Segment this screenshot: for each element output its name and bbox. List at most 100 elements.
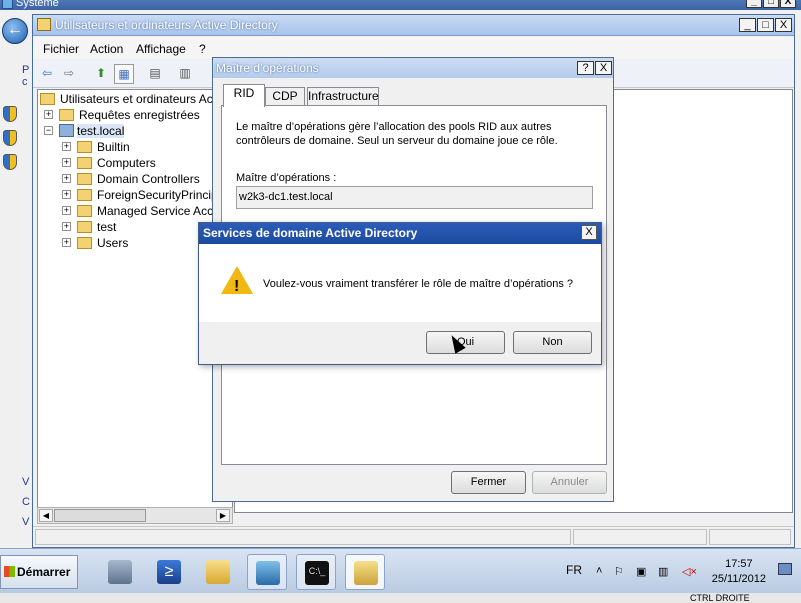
system-side-text: C bbox=[22, 496, 30, 508]
shield-icon bbox=[3, 106, 17, 122]
status-cell bbox=[709, 529, 791, 545]
show-hidden-icons-icon[interactable]: ˄ bbox=[596, 565, 602, 577]
expand-icon[interactable]: + bbox=[62, 142, 71, 152]
menu-affichage[interactable]: Affichage bbox=[136, 42, 186, 56]
minimize-button[interactable]: _ bbox=[739, 18, 756, 32]
horizontal-scrollbar[interactable]: ◀ ▶ bbox=[37, 507, 233, 524]
forward-arrow-icon[interactable]: ⇨ bbox=[59, 64, 79, 84]
folder-icon bbox=[77, 156, 92, 169]
action-center-flag-icon[interactable]: ⚐ bbox=[614, 565, 624, 578]
no-button[interactable]: Non bbox=[513, 331, 592, 354]
tab-infrastructure[interactable]: Infrastructure bbox=[307, 87, 379, 106]
tree-item[interactable]: + Builtin bbox=[62, 139, 130, 155]
active-directory-tool-icon[interactable] bbox=[345, 554, 385, 590]
show-desktop-icon[interactable] bbox=[778, 563, 792, 575]
folder-icon bbox=[40, 92, 55, 105]
menu-bar: Fichier Action Affichage ? bbox=[33, 37, 794, 59]
properties-icon[interactable]: ▥ bbox=[175, 64, 195, 84]
system-window-title: Système bbox=[16, 0, 59, 9]
back-arrow-icon[interactable]: ← bbox=[2, 18, 28, 44]
start-button[interactable]: Démarrer bbox=[0, 555, 78, 589]
explorer-icon[interactable] bbox=[198, 554, 238, 590]
powershell-icon[interactable]: ≥ bbox=[149, 554, 189, 590]
confirm-title: Services de domaine Active Directory bbox=[203, 226, 418, 240]
ou-folder-icon bbox=[77, 220, 92, 233]
tree-item-domain[interactable]: − test.local bbox=[44, 123, 125, 139]
menu-fichier[interactable]: Fichier bbox=[43, 42, 79, 56]
menu-action[interactable]: Action bbox=[90, 42, 123, 56]
collapse-icon[interactable]: − bbox=[44, 126, 53, 136]
scroll-thumb[interactable] bbox=[54, 509, 146, 522]
close-dialog-button[interactable]: Fermer bbox=[451, 471, 526, 494]
system-side-text: V bbox=[22, 476, 30, 488]
system-window-titlebar[interactable]: Système _ □ X bbox=[0, 0, 801, 10]
console-tree-icon[interactable]: ▦ bbox=[114, 64, 134, 84]
folder-icon bbox=[77, 140, 92, 153]
clock[interactable]: 17:57 25/11/2012 bbox=[712, 557, 766, 587]
system-side-text: c bbox=[22, 76, 28, 88]
volume-muted-icon[interactable]: ◁× bbox=[682, 565, 697, 578]
expand-icon[interactable]: + bbox=[62, 174, 71, 184]
domain-icon bbox=[59, 124, 74, 138]
expand-icon[interactable]: + bbox=[44, 110, 53, 120]
folder-icon bbox=[77, 188, 92, 201]
yes-button[interactable]: Oui bbox=[426, 331, 505, 354]
operations-master-field[interactable]: w2k3-dc1.test.local bbox=[236, 186, 593, 209]
folder-icon bbox=[77, 204, 92, 217]
network-console-icon[interactable] bbox=[247, 554, 287, 590]
aduc-titlebar[interactable]: Utilisateurs et ordinateurs Active Direc… bbox=[33, 15, 794, 36]
tree-item[interactable]: + test bbox=[62, 219, 116, 235]
dialog-titlebar[interactable]: Maître d’opérations ? X bbox=[213, 58, 613, 78]
up-folder-icon[interactable]: ⬆ bbox=[91, 64, 111, 84]
close-button[interactable]: X bbox=[595, 61, 612, 75]
server-manager-icon[interactable] bbox=[100, 554, 140, 590]
minimize-button[interactable]: _ bbox=[746, 0, 762, 8]
aduc-title: Utilisateurs et ordinateurs Active Direc… bbox=[55, 18, 278, 32]
tree-item[interactable]: + Domain Controllers bbox=[62, 171, 200, 187]
confirm-message: Voulez-vous vraiment transférer le rôle … bbox=[263, 278, 573, 290]
tab-rid[interactable]: RID bbox=[223, 84, 265, 107]
tree-item[interactable]: + Managed Service Accou bbox=[62, 203, 226, 219]
back-arrow-icon[interactable]: ⇦ bbox=[37, 64, 57, 84]
safely-remove-icon[interactable]: ▣ bbox=[636, 565, 646, 578]
close-button[interactable]: X bbox=[780, 0, 796, 8]
system-tray: FR ˄ ⚐ ▣ ▥ ◁× 17:57 25/11/2012 bbox=[566, 555, 800, 589]
warning-mark: ! bbox=[234, 278, 240, 295]
expand-icon[interactable]: + bbox=[62, 158, 71, 168]
expand-icon[interactable]: + bbox=[62, 206, 71, 216]
menu-help[interactable]: ? bbox=[199, 42, 206, 56]
system-side-text: V bbox=[22, 516, 30, 528]
ou-folder-icon bbox=[77, 172, 92, 185]
clock-time: 17:57 bbox=[725, 558, 753, 570]
expand-icon[interactable]: + bbox=[62, 222, 71, 232]
network-icon[interactable]: ▥ bbox=[658, 565, 668, 578]
confirm-body: ! Voulez-vous vraiment transférer le rôl… bbox=[199, 244, 601, 322]
tree-item[interactable]: + Computers bbox=[62, 155, 156, 171]
folder-icon bbox=[37, 18, 51, 31]
tab-cdp[interactable]: CDP bbox=[265, 87, 305, 106]
scroll-left-icon[interactable]: ◀ bbox=[39, 509, 53, 522]
scroll-right-icon[interactable]: ▶ bbox=[216, 509, 230, 522]
maximize-button[interactable]: □ bbox=[757, 18, 774, 32]
tree-root[interactable]: Utilisateurs et ordinateurs Active bbox=[40, 91, 231, 107]
clipboard-icon[interactable]: ▤ bbox=[145, 64, 165, 84]
taskbar: Démarrer ≥ C:\_ FR ˄ ⚐ ▣ ▥ ◁× 17:57 25/1… bbox=[0, 548, 801, 593]
tree-item[interactable]: + ForeignSecurityPrincipal bbox=[62, 187, 227, 203]
close-button[interactable]: X bbox=[775, 18, 792, 32]
host-key-label: CTRL DROITE bbox=[690, 593, 750, 603]
windows-logo-icon bbox=[4, 566, 15, 577]
language-indicator[interactable]: FR bbox=[566, 563, 582, 577]
maximize-button[interactable]: □ bbox=[763, 0, 779, 8]
tree-item[interactable]: + Users bbox=[62, 235, 128, 251]
start-label: Démarrer bbox=[17, 565, 71, 579]
expand-icon[interactable]: + bbox=[62, 238, 71, 248]
confirm-titlebar[interactable]: Services de domaine Active Directory X bbox=[199, 223, 601, 244]
cancel-button[interactable]: Annuler bbox=[532, 471, 607, 494]
expand-icon[interactable]: + bbox=[62, 190, 71, 200]
close-button[interactable]: X bbox=[581, 225, 597, 240]
command-prompt-icon[interactable]: C:\_ bbox=[296, 554, 336, 590]
tree-item-saved-queries[interactable]: + Requêtes enregistrées bbox=[44, 107, 200, 123]
shield-icon bbox=[3, 154, 17, 170]
help-button[interactable]: ? bbox=[577, 61, 594, 75]
host-status-strip: CTRL DROITE bbox=[0, 593, 801, 603]
